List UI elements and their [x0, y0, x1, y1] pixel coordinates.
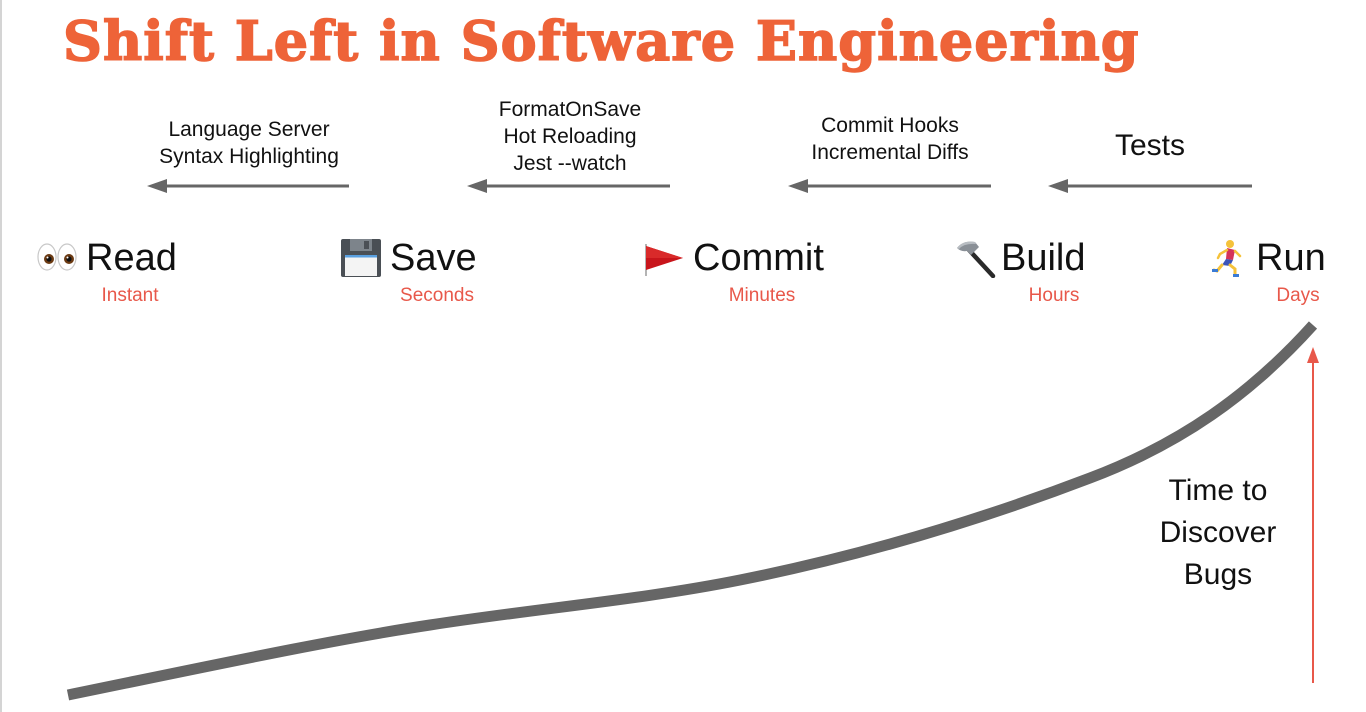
time-to-discover-arrow [1307, 347, 1319, 683]
arrowhead-icon [788, 179, 808, 193]
time-to-discover-bugs-label: Time to Discover Bugs [1148, 470, 1288, 596]
shift-arrow [147, 179, 349, 193]
annotation-line: Discover [1159, 516, 1277, 549]
diagram-overlay [66, 179, 1319, 701]
arrowhead-up-icon [1307, 347, 1319, 363]
arrowhead-icon [1048, 179, 1068, 193]
shift-arrow [788, 179, 991, 193]
discovery-time-curve [66, 321, 1318, 701]
arrowhead-icon [467, 179, 487, 193]
annotation-line: Time to [1168, 474, 1268, 507]
arrowhead-icon [147, 179, 167, 193]
annotation-line: Bugs [1183, 558, 1253, 591]
shift-arrow [1048, 179, 1252, 193]
shift-arrow [467, 179, 670, 193]
